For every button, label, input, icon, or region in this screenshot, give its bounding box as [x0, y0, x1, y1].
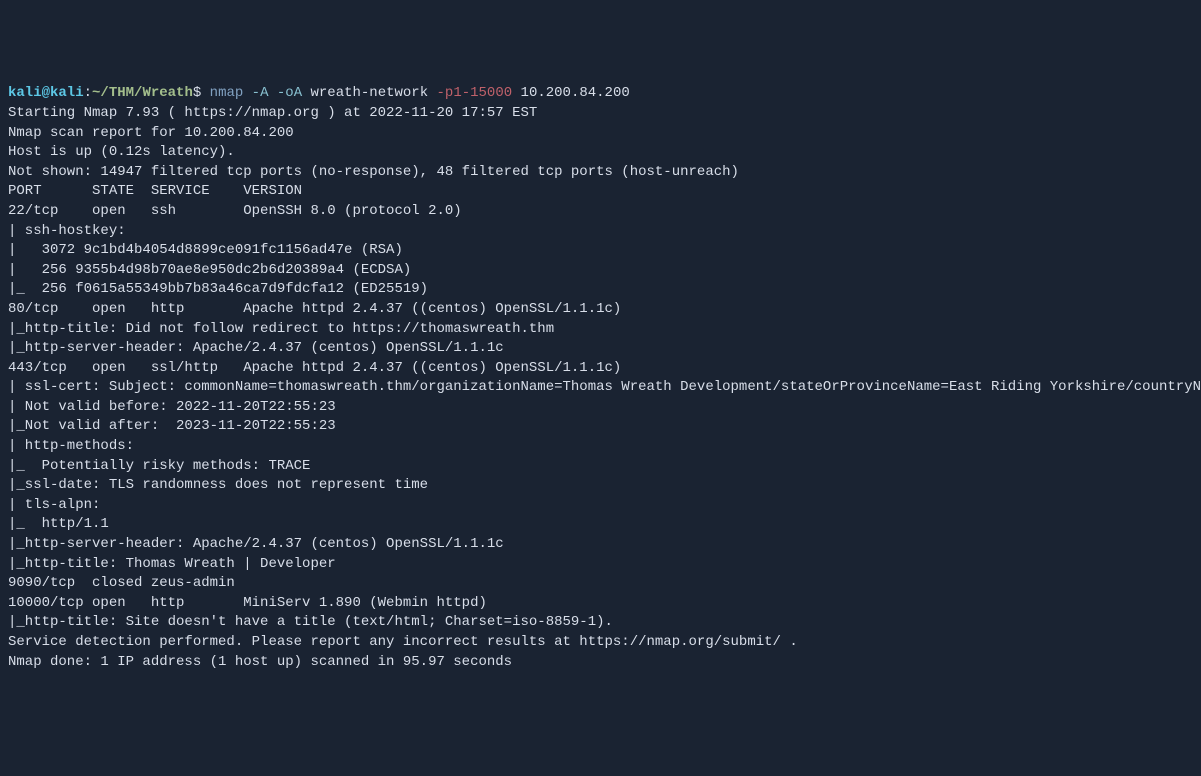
output-line: Host is up (0.12s latency). — [8, 143, 1193, 163]
prompt-colon: : — [84, 85, 92, 101]
output-line: |_ 256 f0615a55349bb7b83a46ca7d9fdcfa12 … — [8, 280, 1193, 300]
output-line: | 256 9355b4d98b70ae8e950dc2b6d20389a4 (… — [8, 261, 1193, 281]
output-line: Nmap done: 1 IP address (1 host up) scan… — [8, 653, 1193, 673]
output-line: |_http-server-header: Apache/2.4.37 (cen… — [8, 535, 1193, 555]
output-line: |_ssl-date: TLS randomness does not repr… — [8, 476, 1193, 496]
output-line: Starting Nmap 7.93 ( https://nmap.org ) … — [8, 104, 1193, 124]
output-line: PORT STATE SERVICE VERSION — [8, 182, 1193, 202]
command-name: nmap — [210, 85, 244, 101]
output-line: | 3072 9c1bd4b4054d8899ce091fc1156ad47e … — [8, 241, 1193, 261]
terminal-output: Starting Nmap 7.93 ( https://nmap.org ) … — [8, 104, 1193, 672]
output-line: 443/tcp open ssl/http Apache httpd 2.4.3… — [8, 359, 1193, 379]
output-line: 22/tcp open ssh OpenSSH 8.0 (protocol 2.… — [8, 202, 1193, 222]
output-line: Nmap scan report for 10.200.84.200 — [8, 124, 1193, 144]
output-line: |_http-title: Did not follow redirect to… — [8, 320, 1193, 340]
output-line: 9090/tcp closed zeus-admin — [8, 574, 1193, 594]
output-line: |_ Potentially risky methods: TRACE — [8, 457, 1193, 477]
output-line: | ssl-cert: Subject: commonName=thomaswr… — [8, 378, 1193, 398]
command-args-1: wreath-network — [302, 85, 436, 101]
prompt-user: kali@kali — [8, 85, 84, 101]
output-line: | ssh-hostkey: — [8, 222, 1193, 242]
output-line: | tls-alpn: — [8, 496, 1193, 516]
output-line: |_Not valid after: 2023-11-20T22:55:23 — [8, 417, 1193, 437]
output-line: 80/tcp open http Apache httpd 2.4.37 ((c… — [8, 300, 1193, 320]
prompt-path: ~/THM/Wreath — [92, 85, 193, 101]
output-line: |_http-server-header: Apache/2.4.37 (cen… — [8, 339, 1193, 359]
terminal-window[interactable]: kali@kali:~/THM/Wreath$ nmap -A -oA wrea… — [8, 84, 1193, 672]
output-line: |_ http/1.1 — [8, 515, 1193, 535]
command-flags-1: -A -oA — [243, 85, 302, 101]
output-line: 10000/tcp open http MiniServ 1.890 (Webm… — [8, 594, 1193, 614]
output-line: |_http-title: Thomas Wreath | Developer — [8, 555, 1193, 575]
output-line: Not shown: 14947 filtered tcp ports (no-… — [8, 163, 1193, 183]
prompt-dollar: $ — [193, 85, 210, 101]
command-args-2: 10.200.84.200 — [512, 85, 630, 101]
prompt-line: kali@kali:~/THM/Wreath$ nmap -A -oA wrea… — [8, 84, 1193, 104]
output-line: |_http-title: Site doesn't have a title … — [8, 613, 1193, 633]
command-ports: -p1-15000 — [437, 85, 513, 101]
output-line: Service detection performed. Please repo… — [8, 633, 1193, 653]
output-line: | http-methods: — [8, 437, 1193, 457]
output-line: | Not valid before: 2022-11-20T22:55:23 — [8, 398, 1193, 418]
